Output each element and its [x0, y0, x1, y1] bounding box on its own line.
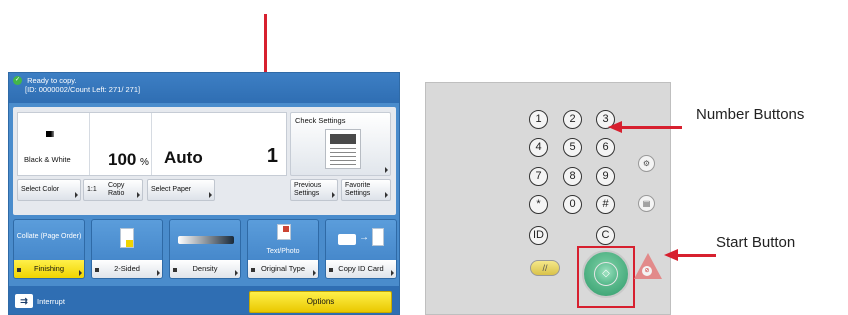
document-preview-icon: [325, 129, 361, 169]
start-button-arrowhead: [664, 249, 678, 261]
status-monitor-icon[interactable]: ▤: [638, 195, 655, 212]
setting-indicator-icon: [329, 268, 333, 272]
chevron-right-icon: [157, 270, 160, 276]
check-settings-button[interactable]: Check Settings: [290, 112, 391, 176]
key-1[interactable]: 1: [529, 110, 548, 129]
ready-status-icon: ✓: [13, 76, 22, 85]
copy-id-card-button[interactable]: → Copy ID Card: [325, 219, 397, 279]
interrupt-label[interactable]: Interrupt: [37, 297, 65, 306]
density-slider-icon: [178, 236, 234, 244]
number-buttons-annotation: Number Buttons: [696, 106, 805, 123]
key-8[interactable]: 8: [563, 167, 582, 186]
key-7[interactable]: 7: [529, 167, 548, 186]
density-button[interactable]: Density: [169, 219, 241, 279]
key-5[interactable]: 5: [563, 138, 582, 157]
select-color-button[interactable]: Select Color: [17, 179, 81, 201]
collate-label: Collate (Page Order): [16, 233, 82, 240]
setting-indicator-icon: [173, 268, 177, 272]
finishing-button[interactable]: Collate (Page Order) Finishing: [13, 219, 85, 279]
id-key[interactable]: ID: [529, 226, 548, 245]
bottom-bar: ⇉ Interrupt Options: [9, 286, 399, 314]
start-button-annotation: Start Button: [716, 234, 796, 251]
status-count: [ID: 0000002/Count Left: 271/ 271]: [25, 85, 141, 94]
check-settings-label: Check Settings: [295, 116, 346, 125]
select-color-label: Select Color: [21, 186, 60, 193]
key-0[interactable]: 0: [563, 195, 582, 214]
copies-count: 1: [266, 145, 278, 167]
number-buttons-arrowhead: [608, 121, 622, 133]
number-buttons-arrow: [620, 126, 682, 129]
main-settings-panel: Black & White 100 % Auto 1 Check Setting…: [13, 107, 396, 215]
chevron-right-icon: [313, 270, 316, 276]
copies-setting: 1: [218, 113, 286, 175]
current-settings-display: Black & White 100 % Auto 1: [17, 112, 287, 176]
options-button[interactable]: Options: [249, 291, 392, 313]
copy-ratio-button[interactable]: 1:1 Copy Ratio: [83, 179, 143, 201]
id-card-icon: [338, 234, 356, 245]
paper-setting: Auto: [152, 113, 218, 175]
chevron-right-icon: [209, 192, 212, 198]
start-button-arrow: [676, 254, 716, 257]
clear-key[interactable]: C: [596, 226, 615, 245]
arrow-right-icon: →: [359, 232, 369, 243]
start-icon: ◇: [594, 262, 618, 286]
two-sided-icon: [120, 228, 134, 248]
previous-settings-button[interactable]: Previous Settings: [290, 179, 338, 201]
copy-ratio-unit: %: [140, 157, 149, 168]
color-setting: Black & White: [18, 113, 90, 175]
favorite-settings-label: Favorite Settings: [345, 182, 371, 197]
chevron-right-icon: [385, 192, 388, 198]
setting-indicator-icon: [251, 268, 255, 272]
copy-id-card-label: Copy ID Card: [338, 264, 384, 273]
density-label: Density: [192, 264, 218, 273]
copy-ratio-value: 100: [108, 150, 137, 169]
copier-touch-screen: ✓ Ready to copy. [ID: 0000002/Count Left…: [8, 72, 400, 315]
key-9[interactable]: 9: [596, 167, 615, 186]
two-sided-label: 2-Sided: [114, 264, 140, 273]
select-paper-label: Select Paper: [151, 186, 192, 193]
two-sided-button[interactable]: 2-Sided: [91, 219, 163, 279]
favorite-settings-button[interactable]: Favorite Settings: [341, 179, 391, 201]
ratio-1-1-label: 1:1: [87, 186, 97, 193]
setting-indicator-icon: [17, 268, 21, 272]
energy-saver-icon[interactable]: ⚙: [638, 155, 655, 172]
key-4[interactable]: 4: [529, 138, 548, 157]
function-buttons-row: Collate (Page Order) Finishing 2-Sided D…: [13, 219, 397, 281]
previous-settings-label: Previous Settings: [294, 182, 322, 197]
setting-indicator-icon: [95, 268, 99, 272]
options-label: Options: [306, 297, 335, 306]
chevron-right-icon: [79, 270, 82, 276]
key-hash[interactable]: #: [596, 195, 615, 214]
reset-button[interactable]: //: [530, 260, 560, 276]
ratio-setting: 100 %: [90, 113, 152, 175]
status-bar: ✓ Ready to copy. [ID: 0000002/Count Left…: [9, 73, 399, 103]
status-message: Ready to copy.: [27, 76, 77, 85]
original-type-label: Original Type: [260, 264, 306, 273]
key-asterisk[interactable]: *: [529, 195, 548, 214]
paper-value: Auto: [164, 148, 203, 167]
chevron-right-icon: [137, 192, 140, 198]
select-paper-button[interactable]: Select Paper: [147, 179, 215, 201]
chevron-right-icon: [235, 270, 238, 276]
finishing-label: Finishing: [33, 264, 64, 273]
chevron-right-icon: [332, 192, 335, 198]
start-button[interactable]: ◇: [582, 250, 630, 298]
color-mode-label: Black & White: [24, 155, 71, 164]
text-photo-label: Text/Photo: [266, 248, 300, 255]
chevron-right-icon: [391, 270, 394, 276]
stop-icon: ⊘: [642, 266, 652, 276]
hardware-keypad-panel: 1 2 3 4 5 6 7 8 9 * 0 # ⚙ ▤ ID C // ◇ ⊘: [425, 82, 671, 315]
black-white-icon: [46, 131, 54, 137]
text-photo-icon: [277, 224, 291, 240]
chevron-right-icon: [75, 192, 78, 198]
key-2[interactable]: 2: [563, 110, 582, 129]
key-6[interactable]: 6: [596, 138, 615, 157]
document-icon: [372, 228, 384, 246]
original-type-button[interactable]: Text/Photo Original Type: [247, 219, 319, 279]
interrupt-icon[interactable]: ⇉: [15, 294, 33, 308]
chevron-right-icon: [385, 167, 388, 173]
copy-ratio-label: Copy Ratio: [108, 182, 125, 197]
